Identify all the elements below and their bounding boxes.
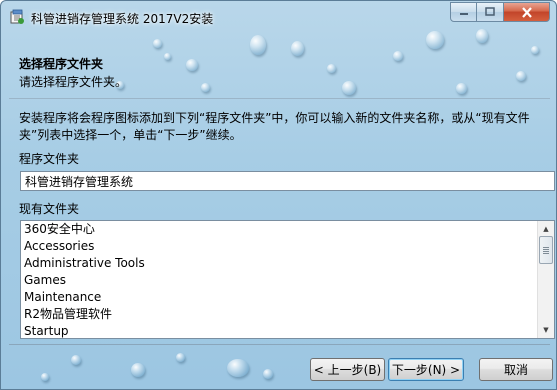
existing-folders-list[interactable]: 360安全中心 Accessories Administrative Tools… bbox=[20, 220, 555, 339]
list-item[interactable]: Startup bbox=[21, 323, 554, 338]
close-icon[interactable] bbox=[504, 2, 550, 22]
header-title: 选择程序文件夹 bbox=[19, 57, 104, 71]
wizard-header: 选择程序文件夹 请选择程序文件夹。 bbox=[9, 45, 550, 95]
program-folder-input[interactable] bbox=[20, 171, 555, 191]
list-item[interactable]: Maintenance bbox=[21, 289, 554, 306]
scroll-up-arrow-icon[interactable]: ▲ bbox=[538, 221, 554, 237]
minimize-icon[interactable] bbox=[450, 2, 477, 22]
list-item[interactable]: Games bbox=[21, 272, 554, 289]
list-item[interactable]: 360安全中心 bbox=[21, 221, 554, 238]
wizard-content: 安装程序将会程序图标添加到下列“程序文件夹”中，你可以输入新的文件夹名称，或从“… bbox=[9, 98, 555, 344]
wizard-footer: < 上一步(B) 下一步(N) > 取消 bbox=[9, 344, 553, 384]
list-item[interactable]: R2物品管理软件 bbox=[21, 306, 554, 323]
existing-folders-label: 现有文件夹 bbox=[19, 202, 80, 216]
list-item[interactable]: Accessories bbox=[21, 238, 554, 255]
maximize-icon[interactable] bbox=[477, 2, 504, 22]
header-subtitle: 请选择程序文件夹。 bbox=[19, 75, 128, 89]
cancel-button[interactable]: 取消 bbox=[479, 358, 553, 381]
list-item[interactable]: Administrative Tools bbox=[21, 255, 554, 272]
scroll-down-arrow-icon[interactable]: ▼ bbox=[538, 322, 554, 338]
vertical-scrollbar[interactable]: ▲ ▼ bbox=[537, 221, 554, 338]
program-folder-label: 程序文件夹 bbox=[19, 152, 80, 166]
window-controls bbox=[450, 2, 550, 22]
next-button[interactable]: 下一步(N) > bbox=[388, 358, 464, 381]
scrollbar-thumb[interactable] bbox=[539, 236, 553, 264]
title-bar: 科管进销存管理系统 2017V2安装 bbox=[1, 1, 556, 33]
installer-window: 科管进销存管理系统 2017V2安装 选择程序文件夹 请选择程序文件夹。 安装程… bbox=[0, 0, 557, 390]
installer-icon bbox=[10, 9, 24, 24]
back-button[interactable]: < 上一步(B) bbox=[310, 358, 385, 381]
window-title: 科管进销存管理系统 2017V2安装 bbox=[31, 12, 214, 26]
instructions-text: 安装程序将会程序图标添加到下列“程序文件夹”中，你可以输入新的文件夹名称，或从“… bbox=[19, 111, 530, 142]
